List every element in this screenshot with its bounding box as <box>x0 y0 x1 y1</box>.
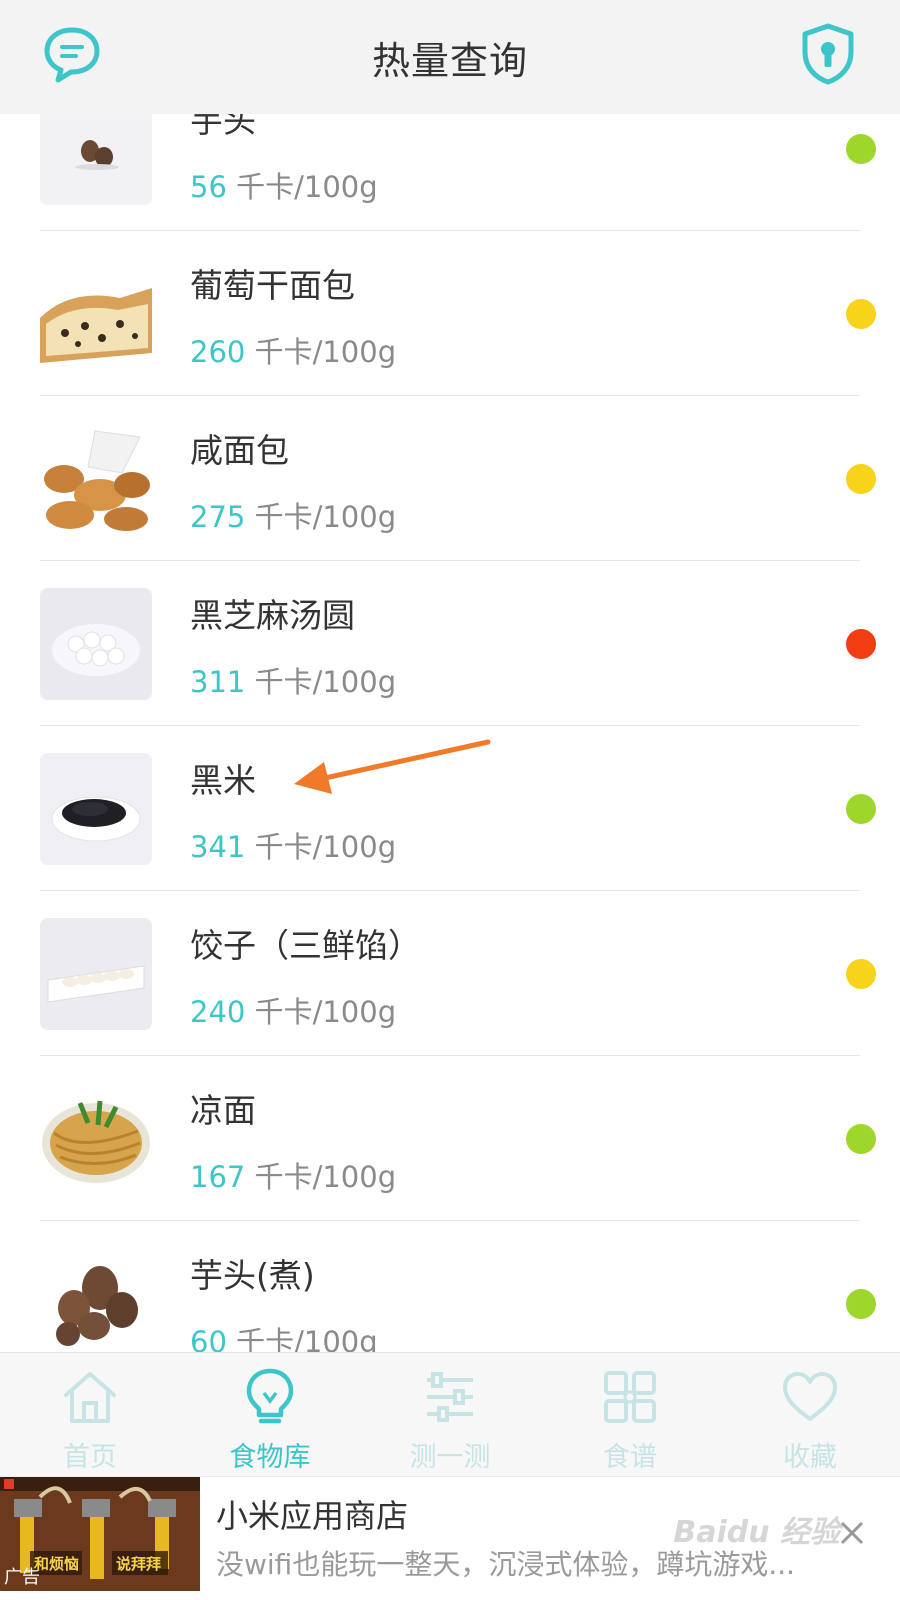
food-calories: 311 千卡/100g <box>190 665 397 699</box>
food-calories: 60 千卡/100g <box>190 1325 378 1352</box>
food-item-dumplings[interactable]: 饺子（三鲜馅） 240 千卡/100g <box>0 891 900 1056</box>
heart-icon <box>783 1372 837 1421</box>
nav-label: 食物库 <box>229 1442 311 1473</box>
nav-favorites[interactable]: 收藏 <box>720 1353 900 1476</box>
home-icon <box>64 1372 116 1423</box>
food-item-salty-bread[interactable]: 咸面包 275 千卡/100g <box>0 396 900 561</box>
food-name: 咸面包 <box>190 431 289 470</box>
food-calories: 240 千卡/100g <box>190 995 397 1029</box>
shield-lock-icon <box>802 23 854 85</box>
privacy-button[interactable] <box>796 22 860 86</box>
lightbulb-icon <box>246 1368 294 1424</box>
nav-food-library[interactable]: 食物库 <box>180 1353 360 1476</box>
food-calories: 260 千卡/100g <box>190 335 397 369</box>
watermark: Baidu 经验 <box>673 1515 840 1550</box>
food-item-black-sesame-tangyuan[interactable]: 黑芝麻汤圆 311 千卡/100g <box>0 561 900 726</box>
food-item-cold-noodles[interactable]: 凉面 167 千卡/100g <box>0 1056 900 1221</box>
food-calories: 167 千卡/100g <box>190 1160 397 1194</box>
food-list[interactable]: 芋头 56 千卡/100g 葡萄干面包 260 千卡/100g 咸面包 275 … <box>0 114 900 1352</box>
food-name: 饺子（三鲜馅） <box>190 926 421 965</box>
calorie-level-dot <box>846 629 876 659</box>
nav-test[interactable]: 测一测 <box>360 1353 540 1476</box>
calorie-level-dot <box>846 794 876 824</box>
calorie-level-dot <box>846 1124 876 1154</box>
nav-home[interactable]: 首页 <box>0 1353 180 1476</box>
calorie-level-dot <box>846 1289 876 1319</box>
calorie-level-dot <box>846 134 876 164</box>
ad-badge: 广告 <box>4 1567 40 1588</box>
nav-recipes[interactable]: 食谱 <box>540 1353 720 1476</box>
food-name: 黑米 <box>190 761 256 800</box>
calorie-level-dot <box>846 959 876 989</box>
food-calories: 275 千卡/100g <box>190 500 397 534</box>
ad-banner[interactable]: 和烦恼 说拜拜 广告 小米应用商店 没wifi也能玩一整天，沉浸式体验，蹲坑游戏… <box>0 1476 900 1600</box>
nav-label: 食谱 <box>603 1442 657 1473</box>
food-image-taro <box>40 114 152 205</box>
food-name: 芋头 <box>190 114 256 140</box>
nav-label: 测一测 <box>409 1442 491 1473</box>
nav-label: 收藏 <box>783 1442 837 1473</box>
close-icon[interactable] <box>832 1513 872 1553</box>
food-name: 芋头(煮) <box>190 1256 315 1295</box>
food-name: 葡萄干面包 <box>190 266 355 305</box>
page-title: 热量查询 <box>371 39 528 83</box>
calorie-level-dot <box>846 464 876 494</box>
ad-title: 小米应用商店 <box>216 1497 409 1535</box>
food-name: 凉面 <box>190 1091 256 1130</box>
bottom-nav: 首页 食物库 测一测 食谱 收藏 <box>0 1352 900 1476</box>
food-image-salty-bread <box>40 423 152 535</box>
food-image-raisin-bread <box>40 258 152 370</box>
sliders-icon <box>427 1372 473 1422</box>
food-item-taro[interactable]: 芋头 56 千卡/100g <box>0 114 900 231</box>
grid-icon <box>604 1371 656 1423</box>
ad-image-caption-right: 说拜拜 <box>116 1555 161 1573</box>
food-image-black-rice <box>40 753 152 865</box>
food-image-boiled-taro <box>40 1248 152 1352</box>
food-image-cold-noodles <box>40 1083 152 1195</box>
nav-label: 首页 <box>63 1442 117 1473</box>
food-calories: 56 千卡/100g <box>190 170 378 204</box>
food-item-black-rice[interactable]: 黑米 341 千卡/100g <box>0 726 900 891</box>
food-image-tangyuan <box>40 588 152 700</box>
food-image-dumplings <box>40 918 152 1030</box>
ad-image[interactable]: 和烦恼 说拜拜 广告 <box>0 1477 200 1591</box>
food-item-raisin-bread[interactable]: 葡萄干面包 260 千卡/100g <box>0 231 900 396</box>
calorie-level-dot <box>846 299 876 329</box>
food-name: 黑芝麻汤圆 <box>190 596 355 635</box>
food-item-boiled-taro[interactable]: 芋头(煮) 60 千卡/100g <box>0 1221 900 1352</box>
ad-image-caption-left: 和烦恼 <box>34 1555 79 1573</box>
top-bar: 热量查询 <box>0 0 900 114</box>
food-calories: 341 千卡/100g <box>190 830 397 864</box>
